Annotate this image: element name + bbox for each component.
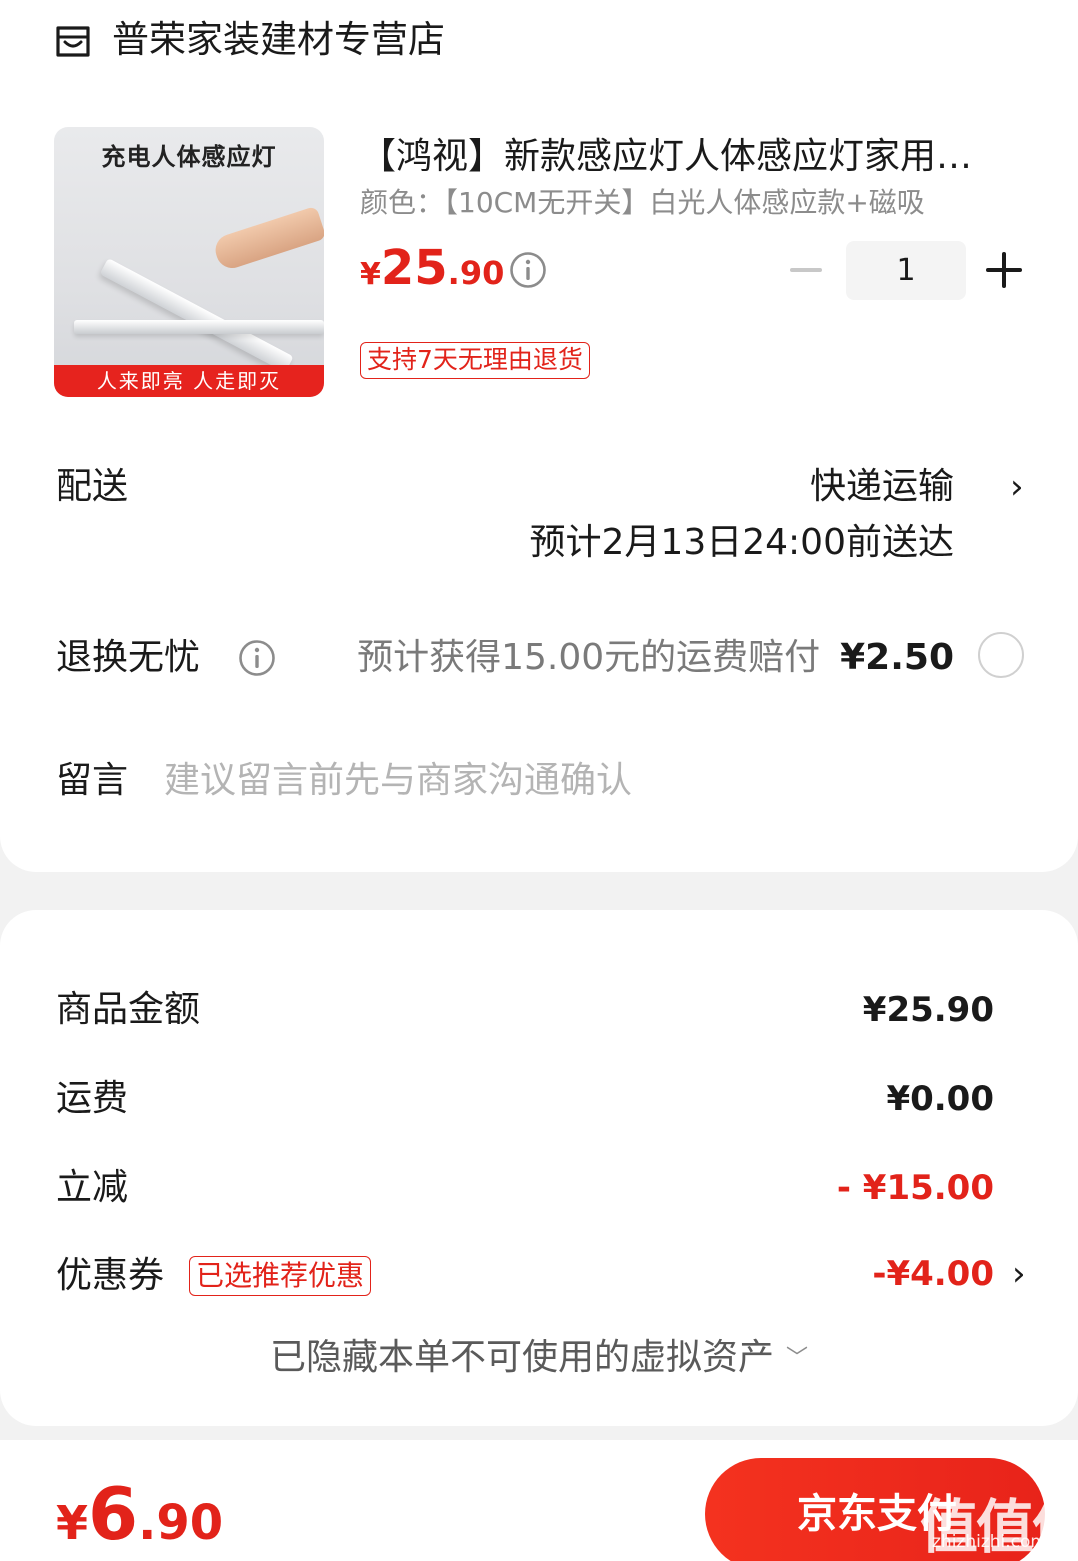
watermark-url: zhizhizhi.com	[932, 1532, 1047, 1552]
store-icon	[56, 26, 90, 57]
chevron-right-icon[interactable]: ›	[1010, 464, 1024, 510]
total-price: ¥6.90	[56, 1472, 223, 1556]
instant-discount-value: - ¥15.00	[836, 1168, 994, 1208]
lamp-bar-graphic	[99, 258, 294, 373]
hidden-assets-label: 已隐藏本单不可使用的虚拟资产	[269, 1337, 774, 1378]
goods-amount-label: 商品金额	[56, 989, 201, 1030]
delivery-label: 配送	[56, 466, 129, 507]
chevron-down-icon: ﹀	[786, 1346, 809, 1371]
return-insurance-radio[interactable]	[978, 632, 1024, 678]
return-insurance-label: 退换无忧	[56, 637, 201, 678]
message-label: 留言	[56, 760, 129, 801]
product-spec[interactable]: 颜色：【10CM无开关】白光人体感应款+磁吸	[360, 184, 925, 222]
instant-discount-label: 立减	[56, 1167, 129, 1208]
hidden-assets-toggle[interactable]: 已隐藏本单不可使用的虚拟资产 ﹀	[0, 1335, 1078, 1382]
total-currency: ¥	[56, 1496, 89, 1550]
quantity-increase-button[interactable]	[986, 252, 1022, 288]
chevron-right-icon[interactable]: ›	[1012, 1251, 1026, 1297]
shipping-fee-label: 运费	[56, 1078, 129, 1119]
return-insurance-price: ¥2.50	[840, 637, 954, 678]
product-image-banner: 人来即亮 人走即灭	[54, 365, 324, 397]
message-input[interactable]: 建议留言前先与商家沟通确认	[164, 758, 632, 804]
hand-graphic	[211, 205, 324, 273]
lamp-bar-graphic	[74, 320, 324, 334]
store-name[interactable]: 普荣家装建材专营店	[112, 16, 445, 64]
total-integer: 6	[88, 1472, 139, 1556]
price-integer: 25	[380, 240, 448, 296]
product-image-title: 充电人体感应灯	[101, 143, 277, 171]
quantity-decrease-button[interactable]	[790, 268, 822, 272]
product-image[interactable]: 充电人体感应灯 人来即亮 人走即灭	[54, 127, 324, 397]
return-insurance-text: 预计获得15.00元的运费赔付 ¥2.50	[357, 635, 954, 681]
product-title[interactable]: 【鸿视】新款感应灯人体感应灯家用…	[360, 134, 1030, 180]
coupon-label: 优惠券	[56, 1255, 165, 1296]
return-policy-badge: 支持7天无理由退货	[360, 342, 590, 379]
delivery-eta: 预计2月13日24:00前送达	[529, 522, 954, 563]
price-currency: ¥	[360, 257, 381, 292]
return-insurance-description: 预计获得15.00元的运费赔付	[357, 637, 821, 678]
product-price: ¥25.90	[360, 240, 504, 296]
info-icon[interactable]	[238, 639, 276, 677]
coupon-recommend-badge[interactable]: 已选推荐优惠	[189, 1256, 372, 1296]
info-icon[interactable]	[509, 251, 547, 289]
shipping-fee-value: ¥0.00	[886, 1079, 994, 1119]
delivery-method[interactable]: 快递运输	[810, 464, 954, 510]
total-decimal: .90	[138, 1495, 224, 1551]
quantity-input[interactable]: 1	[846, 241, 966, 300]
goods-amount-value: ¥25.90	[862, 990, 994, 1030]
coupon-value[interactable]: -¥4.00	[872, 1251, 994, 1297]
price-decimal: .90	[447, 254, 505, 292]
